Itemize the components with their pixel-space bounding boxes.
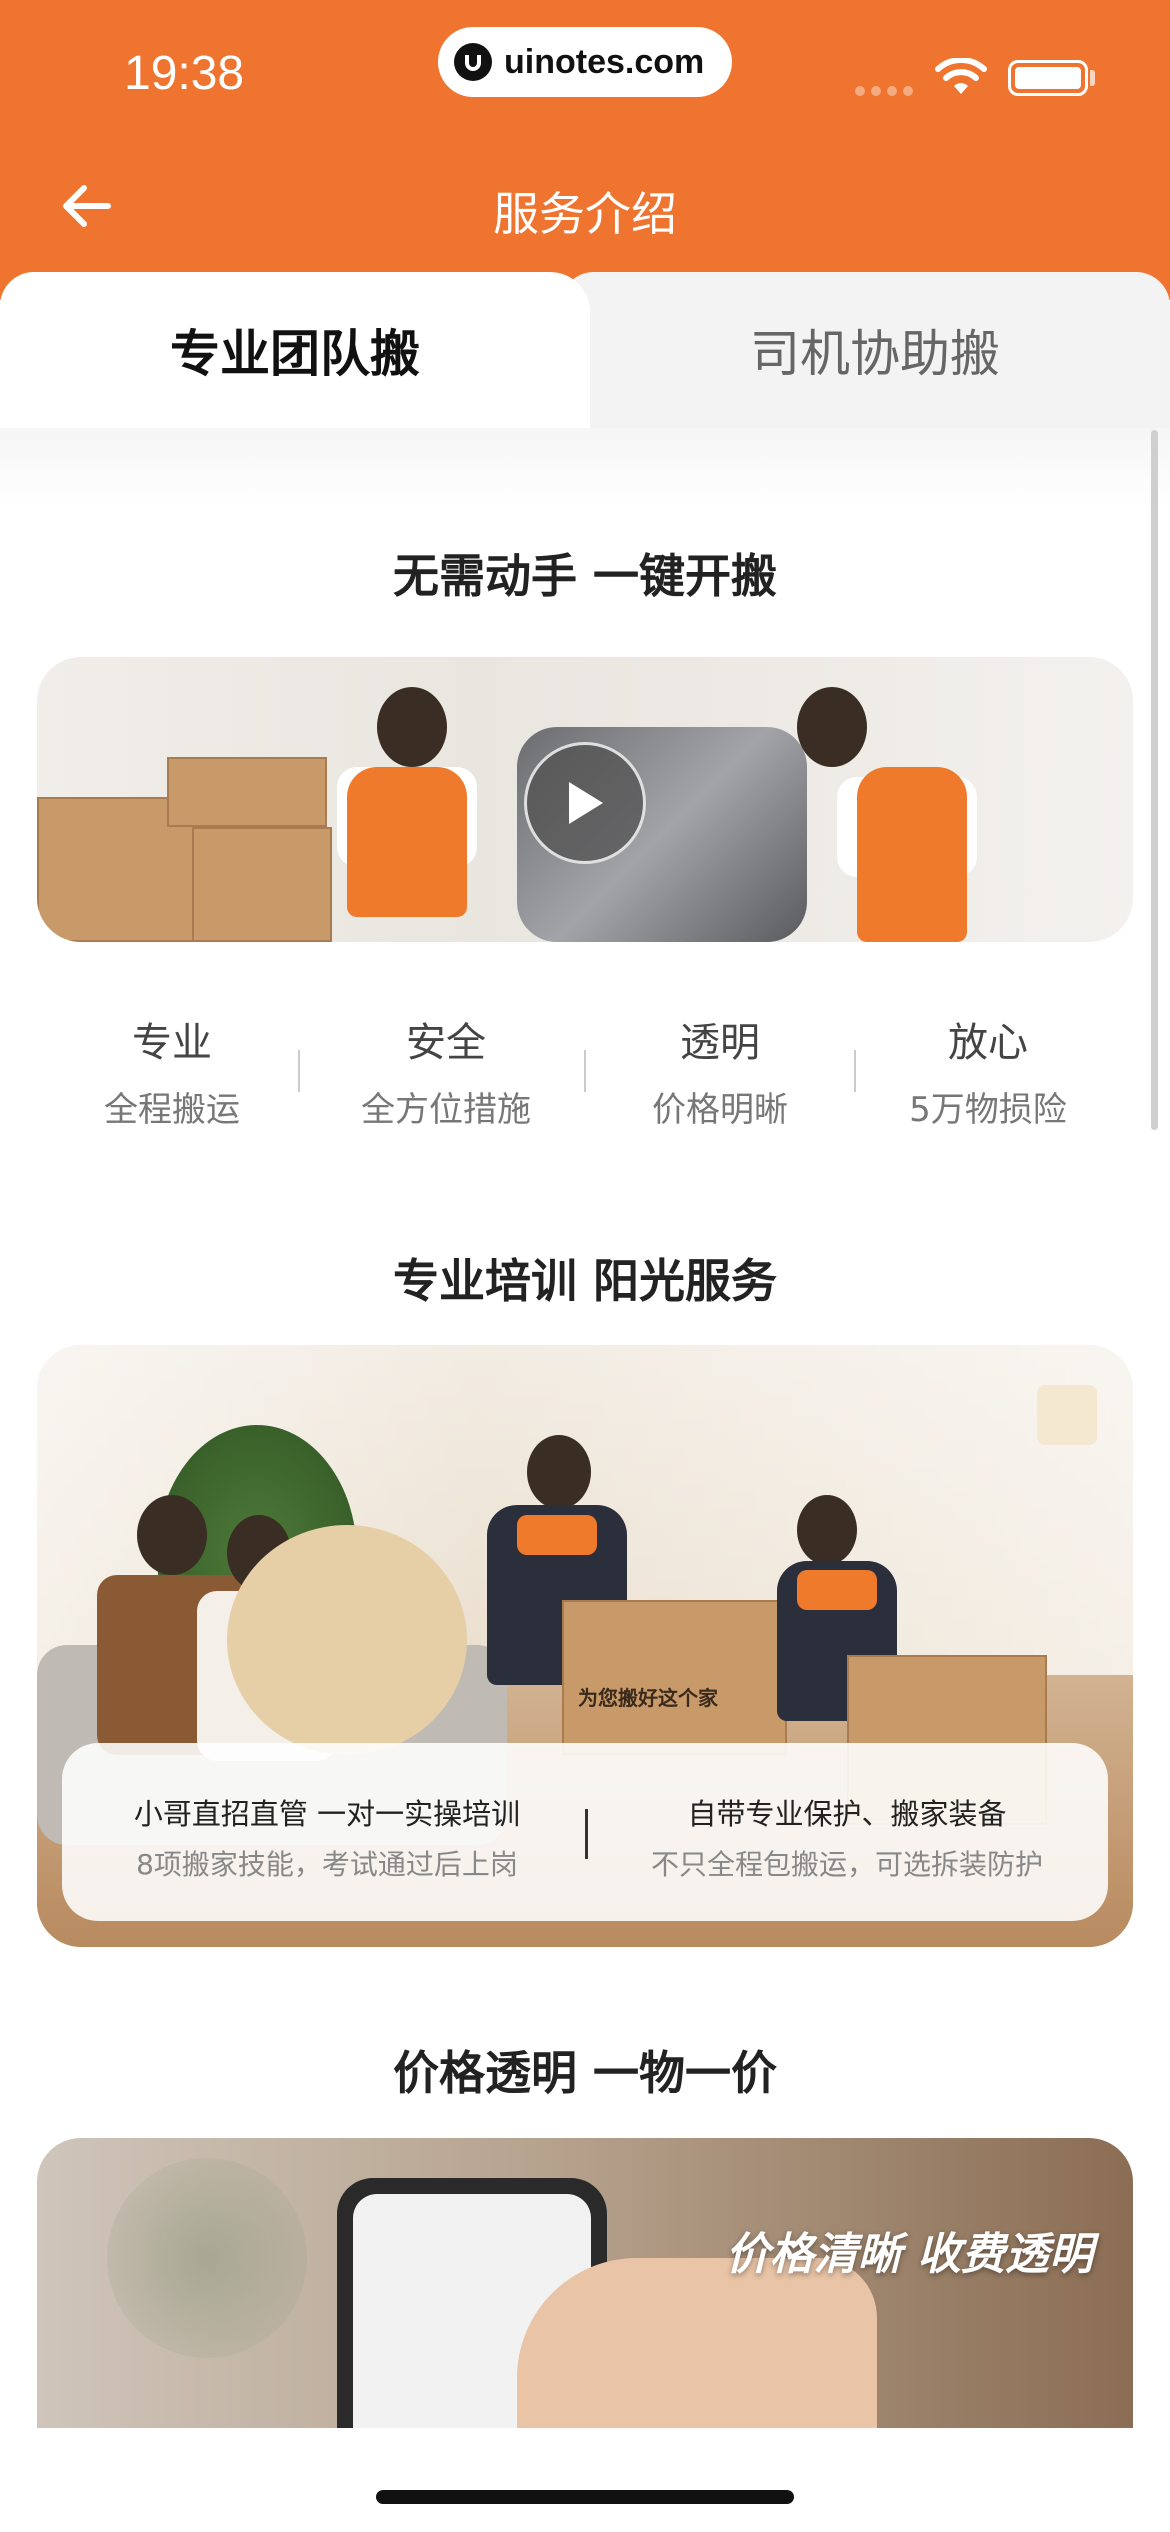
cardboard-box	[192, 827, 332, 942]
play-icon	[569, 782, 603, 824]
feature-title: 安全	[406, 1020, 486, 1066]
feature-item: 安全 全方位措施	[316, 1010, 576, 1131]
tab-professional-team[interactable]: 专业团队搬	[0, 314, 590, 386]
training-info-right: 自带专业保护、搬家装备 不只全程包搬运，可选拆装防护	[602, 1791, 1092, 1883]
feature-item: 放心 5万物损险	[858, 1010, 1118, 1131]
feature-item: 透明 价格明晰	[590, 1010, 850, 1131]
lamp	[1037, 1385, 1097, 1445]
divider	[584, 1050, 586, 1092]
feature-title: 放心	[948, 1020, 1028, 1066]
blurred-plant	[107, 2158, 307, 2358]
mover-person	[777, 687, 977, 942]
training-title-right: 自带专业保护、搬家装备	[687, 1797, 1007, 1831]
wifi-icon	[935, 58, 987, 94]
price-banner-text: 价格清晰 收费透明	[725, 2229, 1093, 2280]
price-banner-photo: 价格清晰 收费透明	[37, 2138, 1133, 2428]
battery-icon	[1008, 60, 1088, 96]
page-title: 服务介绍	[493, 187, 677, 241]
feature-desc: 全程搬运	[104, 1090, 240, 1130]
feature-desc: 全方位措施	[361, 1090, 531, 1130]
site-logo-icon	[454, 43, 492, 81]
cardboard-box: 为您搬好这个家	[562, 1600, 787, 1755]
cardboard-box	[167, 757, 327, 827]
home-indicator[interactable]	[376, 2490, 794, 2504]
training-desc-left: 8项搬家技能，考试通过后上岗	[136, 1848, 518, 1881]
training-info-left: 小哥直招直管 一对一实操培训 8项搬家技能，考试通过后上岗	[82, 1791, 572, 1883]
feature-desc: 价格明晰	[652, 1090, 788, 1130]
hand	[517, 2258, 877, 2428]
tab-bar: 专业团队搬 司机协助搬	[0, 272, 1170, 428]
teddy-bear	[227, 1525, 467, 1755]
url-pill[interactable]: uinotes.com	[438, 27, 732, 97]
divider	[585, 1809, 588, 1859]
cellular-signal-icon	[855, 86, 913, 96]
mover-person	[327, 687, 487, 942]
feature-desc: 5万物损险	[909, 1090, 1067, 1130]
app-header: 19:38 uinotes.com 服务介绍	[0, 0, 1170, 300]
divider	[298, 1050, 300, 1092]
section-title-no-effort: 无需动手 一键开搬	[392, 549, 777, 603]
training-title-left: 小哥直招直管 一对一实操培训	[133, 1797, 521, 1831]
feature-row: 专业 全程搬运 安全 全方位措施 透明 价格明晰 放心 5万物损险	[0, 1010, 1170, 1130]
section-title-price: 价格透明 一物一价	[392, 2046, 777, 2100]
url-text: uinotes.com	[504, 42, 705, 81]
tab-driver-assist[interactable]: 司机协助搬	[580, 314, 1170, 386]
feature-title: 透明	[680, 1020, 760, 1066]
box-print-text: 为您搬好这个家	[578, 1686, 718, 1710]
divider	[854, 1050, 856, 1092]
battery-tip	[1090, 70, 1095, 86]
training-info-card: 小哥直招直管 一对一实操培训 8项搬家技能，考试通过后上岗 自带专业保护、搬家装…	[62, 1743, 1108, 1921]
feature-item: 专业 全程搬运	[42, 1010, 302, 1131]
status-time: 19:38	[124, 47, 245, 100]
training-desc-right: 不只全程包搬运，可选拆装防护	[650, 1848, 1043, 1881]
play-button[interactable]	[524, 742, 646, 864]
section-title-training: 专业培训 阳光服务	[392, 1254, 777, 1308]
feature-title: 专业	[132, 1020, 212, 1066]
